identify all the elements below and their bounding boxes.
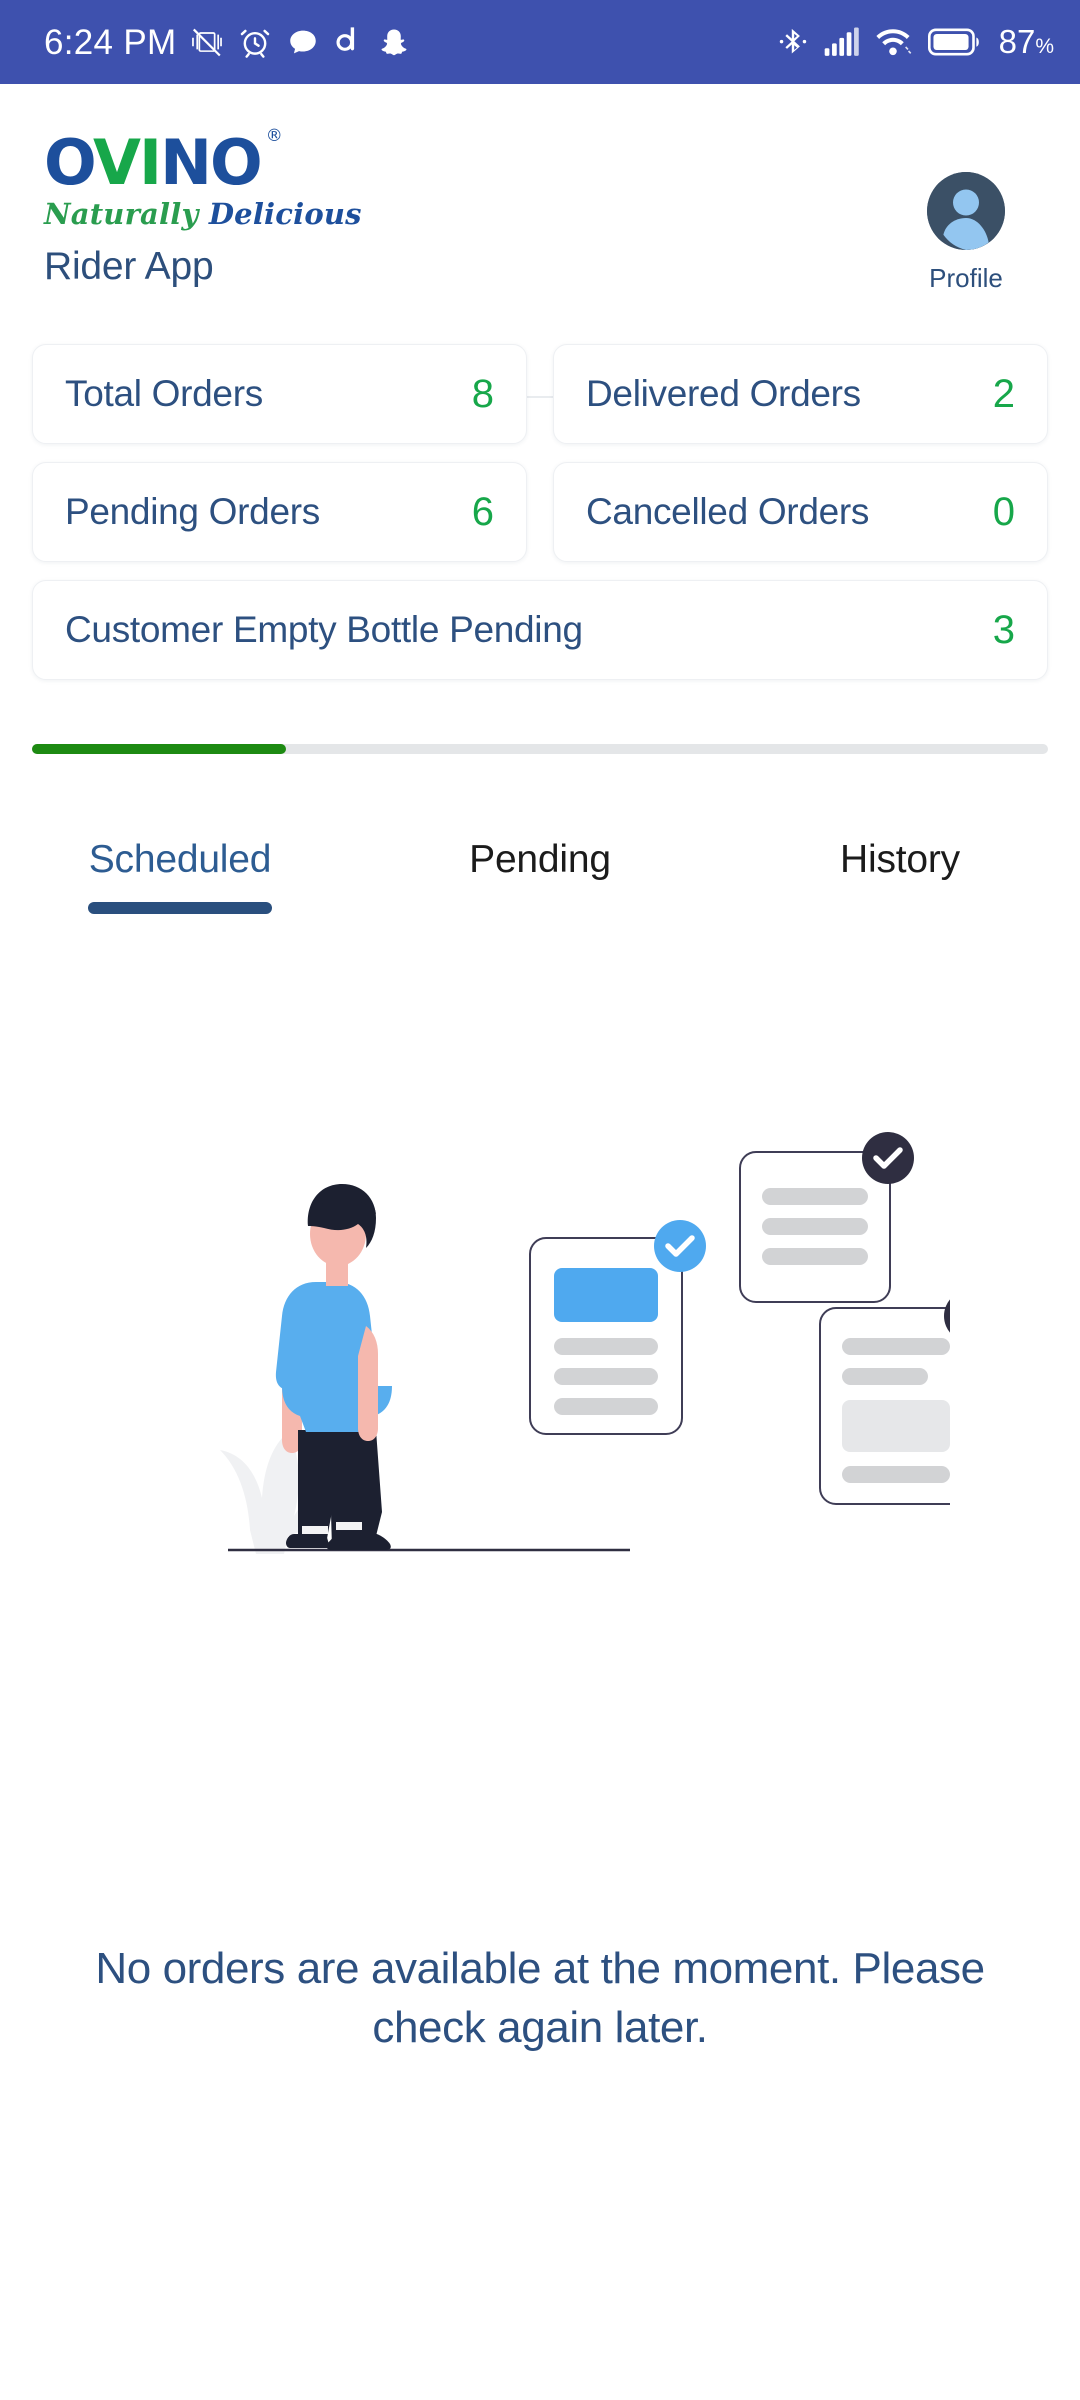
tab-active-indicator: [88, 902, 272, 914]
stat-value: 6: [471, 489, 494, 534]
stat-label: Customer Empty Bottle Pending: [65, 609, 583, 650]
scroll-progress-fill: [32, 744, 286, 754]
stat-label: Delivered Orders: [586, 373, 861, 414]
profile-button[interactable]: Profile: [896, 172, 1036, 294]
check-badge-light: [654, 1220, 706, 1272]
document-card-far: [739, 1132, 914, 1303]
tab-label: History: [840, 838, 960, 881]
person-icon: [927, 172, 1005, 250]
battery-icon: [927, 27, 980, 57]
logo-text-part1: O: [44, 126, 95, 199]
snapchat-ghost-icon: [378, 25, 410, 59]
tagline-part-blue: Delicious: [208, 197, 362, 231]
empty-state-message: No orders are available at the moment. P…: [95, 1944, 985, 2052]
stat-card-delivered-orders[interactable]: Delivered Orders 2: [553, 344, 1048, 444]
status-bar-right: 87%: [777, 23, 1054, 61]
stat-value: 3: [992, 607, 1015, 652]
stat-card-total-orders[interactable]: Total Orders 8: [32, 344, 527, 444]
stats-section: Total Orders 8 Delivered Orders 2 Pendin…: [0, 344, 1080, 698]
alarm-clock-icon: [238, 25, 272, 59]
app-header: OVINO ® Naturally Delicious Rider App Pro…: [0, 84, 1080, 398]
stat-value: 0: [992, 489, 1015, 534]
ovino-logo: OVINO ®: [44, 128, 283, 194]
empty-state-illustration: [0, 1120, 1080, 1620]
stats-row-2: Pending Orders 6 Cancelled Orders 0: [0, 462, 1080, 562]
app-d-icon: [334, 25, 364, 59]
document-card-lower-right: [819, 1299, 950, 1505]
stat-value: 2: [992, 371, 1015, 416]
registered-trademark-mark: ®: [265, 126, 283, 146]
chat-bubble-icon: [286, 25, 320, 59]
stats-row-3: Customer Empty Bottle Pending 3: [0, 580, 1080, 680]
tab-active-indicator: [808, 902, 992, 914]
logo-tagline: Naturally Delicious: [44, 197, 464, 231]
person-shoe-front: [326, 1532, 391, 1550]
brand-block: OVINO ® Naturally Delicious Rider App: [44, 128, 464, 289]
stat-card-customer-empty-bottle-pending[interactable]: Customer Empty Bottle Pending 3: [32, 580, 1048, 680]
status-bar-left: 6:24 PM: [44, 25, 410, 60]
card-accent-block: [554, 1268, 658, 1322]
status-bar-clock: 6:24 PM: [44, 22, 177, 62]
bluetooth-icon: [777, 25, 809, 59]
profile-label: Profile: [929, 263, 1003, 293]
tagline-part-green: Naturally: [44, 197, 209, 231]
wifi-icon: [875, 26, 913, 58]
stat-label: Pending Orders: [65, 491, 320, 532]
logo-text-part3: NO: [160, 126, 263, 199]
status-bar: 6:24 PM 87%: [0, 0, 1080, 84]
tab-history[interactable]: History: [720, 810, 1080, 920]
cellular-signal-icon: [824, 26, 860, 58]
stat-value: 8: [471, 371, 494, 416]
stat-label: Total Orders: [65, 373, 263, 414]
tab-label: Pending: [469, 838, 611, 881]
person-shoe-back: [286, 1534, 330, 1548]
app-root: 6:24 PM 87% OVINO ® Naturally Delicious …: [0, 0, 1080, 2400]
tab-active-indicator: [448, 902, 632, 914]
document-card-near: [529, 1220, 706, 1435]
vibrate-off-icon: [190, 25, 224, 59]
empty-state-graphic: [220, 1132, 950, 1554]
tab-label: Scheduled: [88, 838, 272, 881]
logo-text-part2: VI: [93, 126, 162, 199]
tab-scheduled[interactable]: Scheduled: [0, 810, 360, 920]
stats-row-1: Total Orders 8 Delivered Orders 2: [0, 344, 1080, 444]
order-tabs: Scheduled Pending History: [0, 810, 1080, 920]
stat-card-cancelled-orders[interactable]: Cancelled Orders 0: [553, 462, 1048, 562]
battery-percent-label: 87%: [998, 23, 1054, 60]
stat-label: Cancelled Orders: [586, 491, 870, 532]
app-title: Rider App: [44, 245, 214, 288]
scroll-progress-track[interactable]: [32, 744, 1048, 754]
stat-card-pending-orders[interactable]: Pending Orders 6: [32, 462, 527, 562]
check-badge-dark: [862, 1132, 914, 1184]
tab-pending[interactable]: Pending: [360, 810, 720, 920]
avatar[interactable]: [927, 172, 1005, 250]
